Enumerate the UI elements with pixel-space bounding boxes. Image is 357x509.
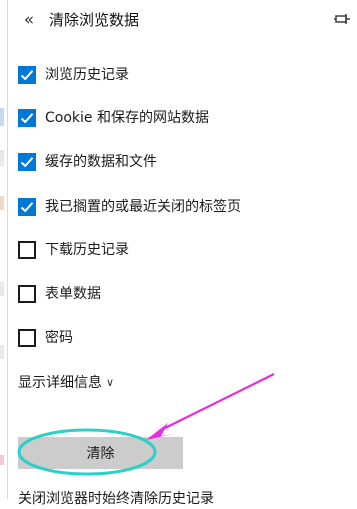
- option-label: 缓存的数据和文件: [45, 154, 157, 170]
- option-label: 浏览历史记录: [45, 67, 129, 83]
- show-details-link[interactable]: 显示详细信息 ∨: [18, 373, 114, 393]
- checkbox[interactable]: [18, 153, 36, 171]
- option-cache[interactable]: 缓存的数据和文件: [18, 151, 338, 173]
- checkmark-icon: [20, 157, 34, 168]
- option-passwords[interactable]: 密码: [18, 327, 338, 349]
- checkmark-icon: [20, 113, 34, 124]
- double-chevron-left-icon[interactable]: «: [18, 9, 40, 31]
- checkbox[interactable]: [18, 285, 36, 303]
- checkbox[interactable]: [18, 66, 36, 84]
- option-cookies[interactable]: Cookie 和保存的网站数据: [18, 107, 338, 129]
- checkbox[interactable]: [18, 198, 36, 216]
- clear-button[interactable]: 清除: [18, 437, 183, 469]
- checkmark-icon: [20, 202, 34, 213]
- panel-title: 清除浏览数据: [49, 11, 140, 29]
- checkmark-icon: [20, 70, 34, 81]
- checkbox[interactable]: [18, 241, 36, 259]
- checkbox[interactable]: [18, 329, 36, 347]
- show-details-label: 显示详细信息: [18, 375, 102, 391]
- option-label: 密码: [45, 330, 73, 346]
- chevron-down-icon: ∨: [106, 376, 115, 389]
- background-page-strip: [0, 0, 8, 499]
- option-download-history[interactable]: 下载历史记录: [18, 239, 338, 261]
- option-form-data[interactable]: 表单数据: [18, 283, 338, 305]
- option-set-aside-tabs[interactable]: 我已搁置的或最近关闭的标签页: [18, 196, 338, 218]
- panel-header: « 清除浏览数据: [7, 0, 357, 42]
- option-label: 下载历史记录: [45, 242, 129, 258]
- option-label: 表单数据: [45, 286, 101, 302]
- pin-icon[interactable]: [331, 9, 351, 31]
- option-label: 我已搁置的或最近关闭的标签页: [45, 199, 241, 215]
- option-label: Cookie 和保存的网站数据: [45, 110, 209, 126]
- arrow-shaft: [158, 373, 275, 432]
- checkbox[interactable]: [18, 109, 36, 127]
- option-browsing-history[interactable]: 浏览历史记录: [18, 64, 338, 86]
- footer-text: 关闭浏览器时始终清除历史记录: [18, 491, 214, 507]
